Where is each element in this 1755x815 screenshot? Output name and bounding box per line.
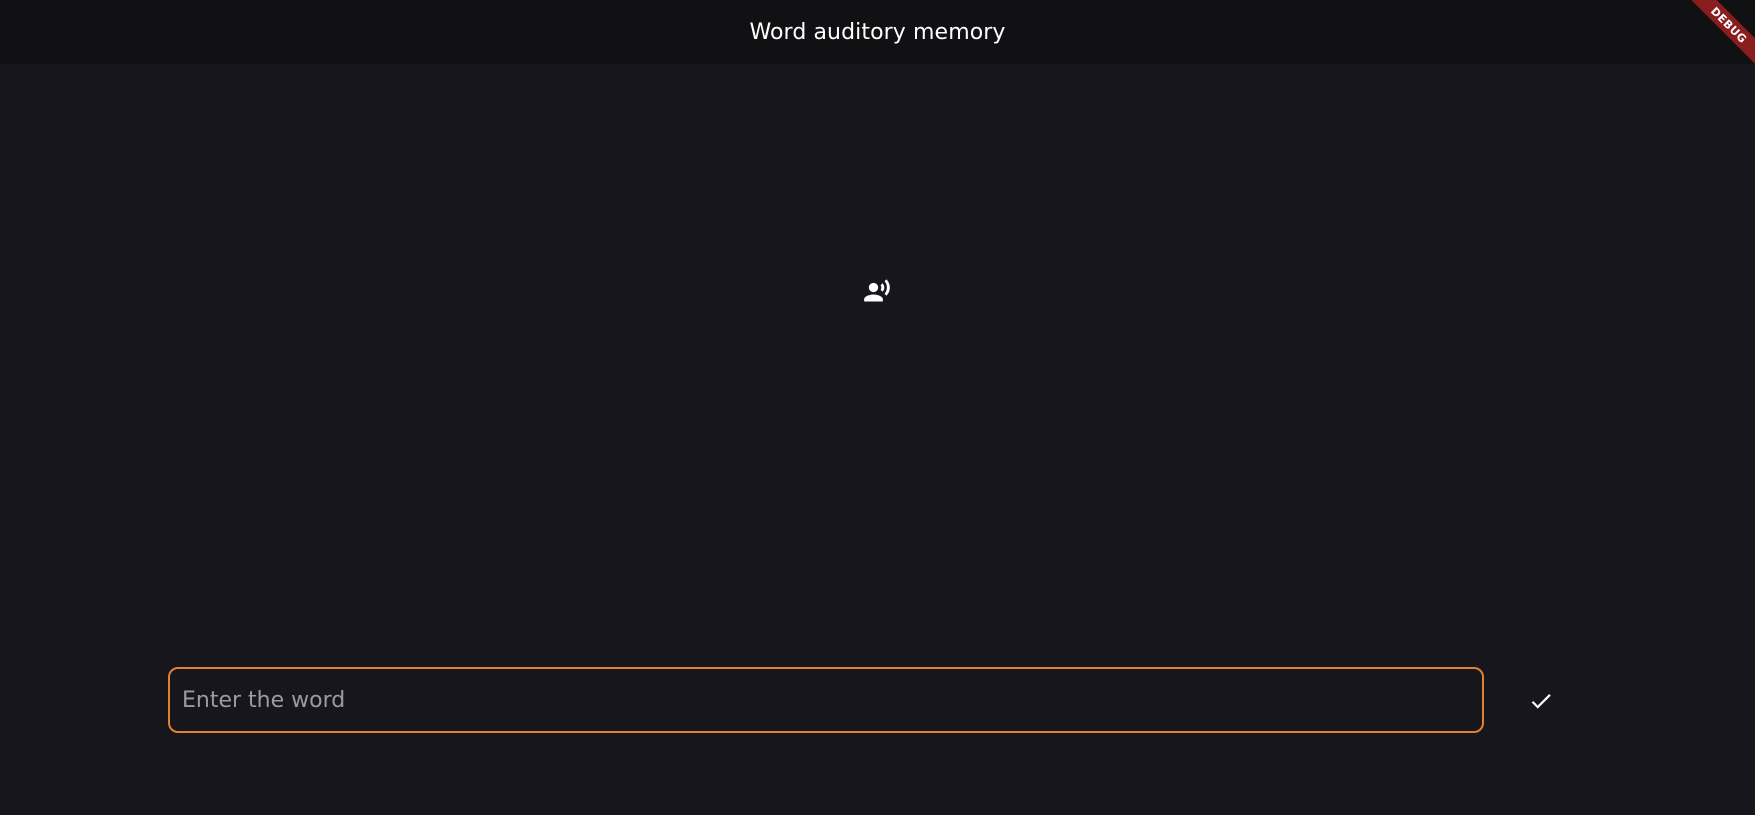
record-voice-over-icon [864,279,890,302]
app-bar: Word auditory memory [0,0,1755,64]
app-title: Word auditory memory [749,19,1006,45]
submit-word-button[interactable] [1526,686,1556,716]
check-icon [1531,694,1551,709]
word-input[interactable] [170,669,1482,731]
play-word-button[interactable] [862,276,892,306]
app-root: Word auditory memory DEBUG [0,0,1755,815]
word-input-field[interactable] [168,667,1484,733]
